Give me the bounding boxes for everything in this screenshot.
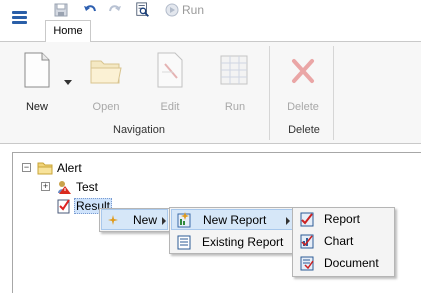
menu-item-existing-report-label: Existing Report bbox=[202, 235, 284, 249]
grid-run-icon bbox=[220, 55, 248, 85]
hamburger-icon[interactable] bbox=[10, 10, 30, 30]
tree-node-alert[interactable]: Alert bbox=[57, 161, 82, 175]
expand-icon[interactable]: + bbox=[41, 182, 50, 191]
print-preview-icon[interactable] bbox=[134, 2, 152, 18]
undo-icon[interactable] bbox=[82, 2, 98, 18]
menu-item-new-report[interactable]: New Report bbox=[171, 209, 293, 230]
folder-icon bbox=[37, 162, 53, 175]
report-icon bbox=[300, 212, 314, 227]
context-menu: New bbox=[99, 208, 170, 232]
menu-item-existing-report[interactable]: Existing Report bbox=[171, 232, 293, 253]
submenu-report-types: Report Chart Document bbox=[292, 207, 395, 277]
chevron-down-icon[interactable] bbox=[64, 80, 72, 86]
tree-node-test[interactable]: Test bbox=[76, 180, 98, 194]
existing-report-icon bbox=[177, 235, 191, 250]
run-icon[interactable] bbox=[164, 2, 180, 18]
run-label[interactable]: Run bbox=[182, 3, 204, 17]
chevron-right-icon bbox=[162, 217, 166, 225]
menu-item-chart[interactable]: Chart bbox=[294, 231, 393, 252]
group-separator bbox=[269, 46, 270, 140]
tab-home[interactable]: Home bbox=[45, 20, 91, 42]
new-label: New bbox=[25, 101, 48, 113]
delete-x-icon bbox=[292, 59, 314, 83]
menu-item-new[interactable]: New bbox=[101, 209, 168, 230]
group-navigation-label: Navigation bbox=[113, 124, 165, 136]
edit-button[interactable]: Edit bbox=[150, 52, 190, 113]
delete-label: Delete bbox=[287, 101, 319, 113]
menu-item-new-report-label: New Report bbox=[203, 213, 267, 227]
delete-button[interactable]: Delete bbox=[283, 52, 323, 113]
group-separator bbox=[333, 46, 334, 140]
new-document-icon bbox=[24, 52, 50, 88]
ribbon: New Open Edit Run Delete Navigation Dele… bbox=[0, 41, 421, 144]
run-button[interactable]: Run bbox=[215, 52, 255, 113]
chart-icon bbox=[300, 234, 314, 249]
save-icon[interactable] bbox=[53, 2, 69, 18]
new-button[interactable]: New bbox=[17, 52, 57, 113]
submenu-new: New Report Existing Report bbox=[169, 207, 295, 254]
edit-label: Edit bbox=[160, 101, 180, 113]
checklist-icon bbox=[57, 199, 70, 214]
edit-icon bbox=[157, 52, 183, 88]
new-report-icon bbox=[177, 212, 191, 228]
menu-item-chart-label: Chart bbox=[324, 234, 354, 248]
collapse-icon[interactable]: − bbox=[22, 163, 31, 172]
alert-icon bbox=[58, 181, 71, 194]
group-delete-label: Delete bbox=[288, 124, 320, 136]
menu-item-new-label: New bbox=[133, 213, 158, 227]
open-button[interactable]: Open bbox=[86, 52, 126, 113]
folder-icon bbox=[90, 60, 122, 84]
menu-item-document-label: Document bbox=[324, 256, 379, 270]
menu-item-report[interactable]: Report bbox=[294, 209, 393, 230]
document-icon bbox=[300, 256, 314, 271]
sparkle-icon bbox=[108, 215, 118, 225]
run-large-label: Run bbox=[224, 101, 246, 113]
open-label: Open bbox=[92, 101, 120, 113]
menu-item-report-label: Report bbox=[324, 212, 361, 226]
menu-item-document[interactable]: Document bbox=[294, 253, 393, 274]
chevron-right-icon bbox=[286, 217, 290, 225]
quick-access-toolbar: Run bbox=[0, 0, 421, 24]
redo-icon[interactable] bbox=[107, 2, 123, 18]
